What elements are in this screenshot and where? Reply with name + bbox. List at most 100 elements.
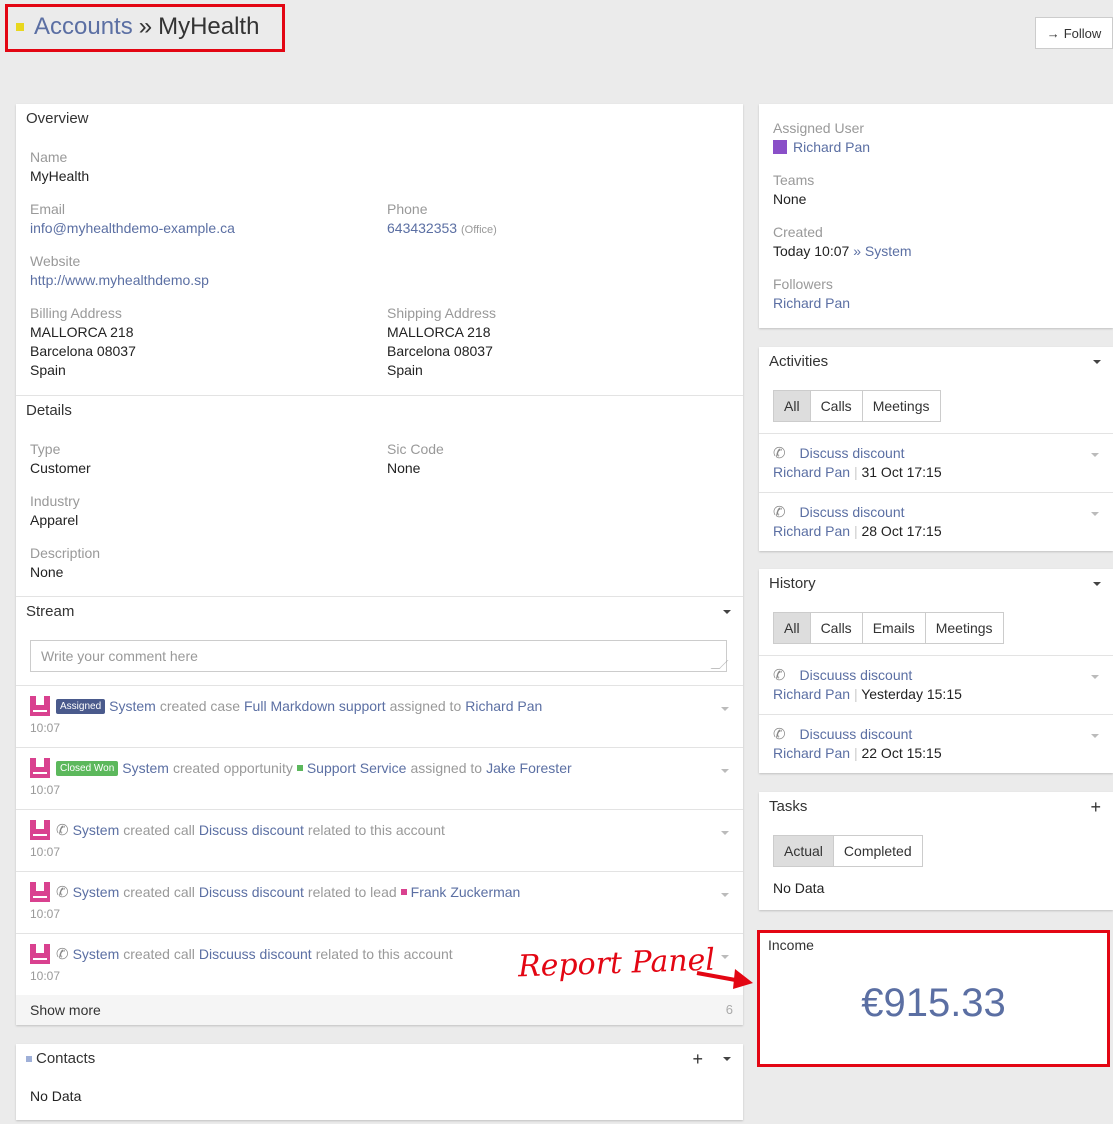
show-more-link[interactable]: Show more bbox=[30, 1002, 101, 1018]
resize-handle-icon[interactable] bbox=[710, 660, 729, 669]
history-date: 22 Oct 15:15 bbox=[861, 745, 942, 761]
add-task-icon[interactable]: + bbox=[1090, 792, 1101, 822]
income-value: €915.33 bbox=[861, 981, 1006, 1025]
activity-link[interactable]: Discuss discount bbox=[799, 445, 904, 461]
caret-down-icon bbox=[1091, 675, 1099, 680]
email-link[interactable]: info@myhealthdemo-example.ca bbox=[30, 219, 235, 238]
phone-link[interactable]: 643432353 bbox=[387, 220, 457, 236]
website-link[interactable]: http://www.myhealthdemo.sp bbox=[30, 271, 209, 290]
lead-icon bbox=[400, 889, 407, 895]
action-text: assigned to bbox=[410, 760, 483, 776]
tab-calls[interactable]: Calls bbox=[810, 391, 863, 421]
history-menu-dropdown[interactable] bbox=[1093, 569, 1101, 599]
annotation-text: Report Panel bbox=[517, 942, 716, 985]
tab-completed[interactable]: Completed bbox=[833, 836, 922, 866]
author-link[interactable]: System bbox=[73, 946, 120, 962]
breadcrumb-accounts-link[interactable]: Accounts bbox=[34, 13, 133, 41]
tab-all[interactable]: All bbox=[774, 613, 811, 643]
user-icon bbox=[773, 140, 787, 154]
sic-code-value: None bbox=[387, 460, 421, 476]
tab-calls[interactable]: Calls bbox=[810, 613, 863, 643]
shipping-country: Spain bbox=[387, 362, 423, 378]
show-more-row[interactable]: Show more 6 bbox=[16, 995, 743, 1025]
record-link[interactable]: Full Markdown support bbox=[244, 698, 386, 714]
history-item-dropdown[interactable] bbox=[1091, 727, 1099, 743]
created-by-link[interactable]: » System bbox=[853, 243, 911, 259]
teams-label: Teams bbox=[773, 172, 815, 188]
stream-item-dropdown[interactable] bbox=[721, 824, 729, 840]
tab-actual[interactable]: Actual bbox=[774, 836, 834, 866]
stream-item-dropdown[interactable] bbox=[721, 700, 729, 716]
follow-button[interactable]: → Follow bbox=[1035, 17, 1113, 49]
activity-user-link[interactable]: Richard Pan bbox=[773, 464, 850, 480]
assignee-link[interactable]: Richard Pan bbox=[465, 698, 542, 714]
billing-city: Barcelona 08037 bbox=[30, 343, 136, 359]
assignee-link[interactable]: Jake Forester bbox=[486, 760, 572, 776]
caret-down-icon bbox=[1091, 453, 1099, 458]
add-contact-icon[interactable]: + bbox=[692, 1044, 703, 1074]
annotation-arrow-icon bbox=[696, 969, 753, 989]
caret-down-icon bbox=[1093, 582, 1101, 587]
status-badge: Closed Won bbox=[56, 760, 119, 776]
record-link[interactable]: Discuss discount bbox=[199, 822, 304, 838]
history-item-dropdown[interactable] bbox=[1091, 668, 1099, 684]
activity-item-dropdown[interactable] bbox=[1091, 446, 1099, 462]
action-text: created call bbox=[123, 884, 195, 900]
tab-meetings[interactable]: Meetings bbox=[925, 613, 1003, 643]
stream-item-dropdown[interactable] bbox=[721, 886, 729, 902]
billing-address-label: Billing Address bbox=[30, 305, 122, 321]
stream-item: ✆ System created call Discuss discount r… bbox=[16, 871, 743, 933]
email-label: Email bbox=[30, 201, 66, 217]
created-label: Created bbox=[773, 224, 823, 240]
assigned-user-link[interactable]: Richard Pan bbox=[793, 139, 870, 155]
contacts-panel: Contacts + No Data bbox=[16, 1044, 743, 1120]
created-field: Created Today 10:07 » System bbox=[773, 223, 912, 261]
tab-all[interactable]: All bbox=[774, 391, 811, 421]
record-link[interactable]: Discuss discount bbox=[199, 884, 304, 900]
stream-item-dropdown[interactable] bbox=[721, 762, 729, 778]
assigned-user-field: Assigned User Richard Pan bbox=[773, 119, 870, 157]
name-value: MyHealth bbox=[30, 168, 90, 184]
lead-link[interactable]: Frank Zuckerman bbox=[411, 884, 521, 900]
history-link[interactable]: Discuuss discount bbox=[799, 726, 912, 742]
caret-down-icon bbox=[1091, 734, 1099, 739]
follower-link[interactable]: Richard Pan bbox=[773, 294, 850, 313]
author-link[interactable]: System bbox=[73, 884, 120, 900]
activity-link[interactable]: Discuss discount bbox=[799, 504, 904, 520]
overview-header: Overview bbox=[16, 104, 743, 134]
author-link[interactable]: System bbox=[122, 760, 169, 776]
history-link[interactable]: Discuuss discount bbox=[799, 667, 912, 683]
tab-meetings[interactable]: Meetings bbox=[862, 391, 940, 421]
billing-street: MALLORCA 218 bbox=[30, 324, 134, 340]
activity-user-link[interactable]: Richard Pan bbox=[773, 523, 850, 539]
action-text: related to this account bbox=[315, 946, 453, 962]
phone-icon: ✆ bbox=[56, 946, 69, 963]
history-user-link[interactable]: Richard Pan bbox=[773, 686, 850, 702]
comment-input[interactable]: Write your comment here bbox=[30, 640, 729, 672]
stream-time: 10:07 bbox=[30, 969, 61, 983]
stream-menu-dropdown[interactable] bbox=[723, 597, 731, 627]
report-panel-annotation: Report Panel bbox=[517, 943, 715, 985]
activities-menu-dropdown[interactable] bbox=[1093, 347, 1101, 377]
activity-item-dropdown[interactable] bbox=[1091, 505, 1099, 521]
record-link[interactable]: Discuuss discount bbox=[199, 946, 312, 962]
industry-field: Industry Apparel bbox=[30, 492, 80, 530]
author-link[interactable]: System bbox=[109, 698, 156, 714]
details-title: Details bbox=[26, 402, 72, 419]
caret-down-icon bbox=[723, 1057, 731, 1062]
history-header: History bbox=[759, 569, 1113, 599]
contacts-menu-dropdown[interactable] bbox=[723, 1044, 731, 1074]
activity-date: 28 Oct 17:15 bbox=[861, 523, 942, 539]
side-info-panel: Assigned User Richard Pan Teams None Cre… bbox=[759, 104, 1113, 328]
income-report-panel: Income €915.33 bbox=[757, 930, 1110, 1067]
stream-item: Closed Won System created opportunity Su… bbox=[16, 747, 743, 809]
followers-label: Followers bbox=[773, 276, 833, 292]
action-text: created opportunity bbox=[172, 760, 293, 776]
record-link[interactable]: Support Service bbox=[307, 760, 407, 776]
history-panel: History All Calls Emails Meetings ✆ Disc… bbox=[759, 569, 1113, 773]
tab-emails[interactable]: Emails bbox=[862, 613, 926, 643]
history-user-link[interactable]: Richard Pan bbox=[773, 745, 850, 761]
author-link[interactable]: System bbox=[73, 822, 120, 838]
description-label: Description bbox=[30, 545, 101, 561]
stream-header: Stream bbox=[16, 597, 743, 627]
